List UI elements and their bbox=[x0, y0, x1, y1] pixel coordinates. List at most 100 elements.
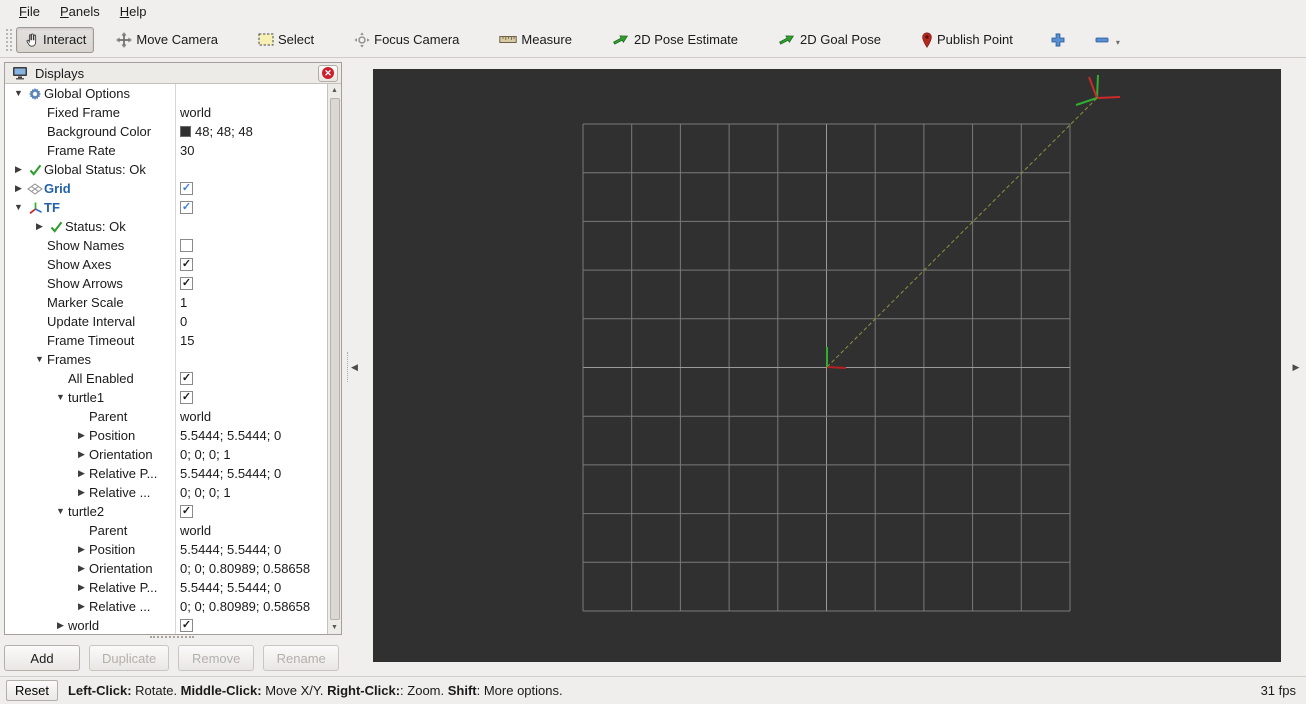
panel-splitter-handle[interactable] bbox=[150, 636, 194, 641]
tree-row-relative-p[interactable]: ▶ Relative P... 5.5444; 5.5444; 0 bbox=[5, 464, 327, 483]
property-value[interactable] bbox=[175, 160, 327, 179]
expander-icon[interactable]: ▶ bbox=[11, 160, 26, 179]
tree-row-show-names[interactable]: ▶Show Names bbox=[5, 236, 327, 255]
tree-row-status-ok[interactable]: ▶ Status: Ok bbox=[5, 217, 327, 236]
tree-row-update-interval[interactable]: ▶Update Interval0 bbox=[5, 312, 327, 331]
property-value[interactable]: world bbox=[175, 407, 327, 426]
tree-row-grid[interactable]: ▶ Grid ✓ bbox=[5, 179, 327, 198]
property-value[interactable]: 5.5444; 5.5444; 0 bbox=[175, 426, 327, 445]
tree-row-frame-timeout[interactable]: ▶Frame Timeout15 bbox=[5, 331, 327, 350]
expander-icon[interactable]: ▼ bbox=[53, 502, 68, 521]
checkbox-checked[interactable]: ✓ bbox=[180, 505, 193, 518]
toolbar-drag-handle[interactable] bbox=[6, 28, 12, 51]
property-value[interactable]: ✓ bbox=[175, 179, 327, 198]
property-value[interactable]: 0 bbox=[175, 312, 327, 331]
tree-row-relative[interactable]: ▶ Relative ... 0; 0; 0.80989; 0.58658 bbox=[5, 597, 327, 616]
tool-focus-camera[interactable]: Focus Camera bbox=[346, 27, 467, 53]
tree-row-parent[interactable]: ▶Parentworld bbox=[5, 521, 327, 540]
checkbox-checked[interactable]: ✓ bbox=[180, 182, 193, 195]
tree-row-orientation[interactable]: ▶ Orientation 0; 0; 0; 1 bbox=[5, 445, 327, 464]
expander-icon[interactable]: ▼ bbox=[32, 350, 47, 369]
tree-row-tf[interactable]: ▼ TF ✓ bbox=[5, 198, 327, 217]
property-value[interactable]: ✓ bbox=[175, 369, 327, 388]
tool-select[interactable]: Select bbox=[250, 27, 322, 52]
checkbox-unchecked[interactable] bbox=[180, 239, 193, 252]
property-value[interactable]: 5.5444; 5.5444; 0 bbox=[175, 464, 327, 483]
tree-row-show-axes[interactable]: ▶Show Axes✓ bbox=[5, 255, 327, 274]
property-value[interactable]: 15 bbox=[175, 331, 327, 350]
tool-2d-pose-estimate[interactable]: 2D Pose Estimate bbox=[604, 27, 746, 52]
panel-close-button[interactable]: ✕ bbox=[318, 64, 338, 82]
tool-measure[interactable]: Measure bbox=[491, 27, 580, 52]
tool-publish-point[interactable]: Publish Point bbox=[913, 27, 1021, 53]
property-value[interactable]: 1 bbox=[175, 293, 327, 312]
tool-add-tool-plus[interactable] bbox=[1045, 28, 1071, 52]
property-value[interactable]: 30 bbox=[175, 141, 327, 160]
property-value[interactable] bbox=[175, 350, 327, 369]
tree-row-relative-p[interactable]: ▶ Relative P... 5.5444; 5.5444; 0 bbox=[5, 578, 327, 597]
tree-row-fixed-frame[interactable]: ▶Fixed Frameworld bbox=[5, 103, 327, 122]
property-value[interactable]: 0; 0; 0.80989; 0.58658 bbox=[175, 597, 327, 616]
property-value[interactable]: ✓ bbox=[175, 255, 327, 274]
scrollbar-thumb[interactable] bbox=[329, 98, 340, 620]
expander-icon[interactable]: ▶ bbox=[74, 483, 89, 502]
property-value[interactable]: 5.5444; 5.5444; 0 bbox=[175, 540, 327, 559]
expander-icon[interactable]: ▼ bbox=[53, 388, 68, 407]
property-value[interactable]: ✓ bbox=[175, 198, 327, 217]
property-value[interactable] bbox=[175, 236, 327, 255]
tree-row-show-arrows[interactable]: ▶Show Arrows✓ bbox=[5, 274, 327, 293]
property-value[interactable]: ✓ bbox=[175, 616, 327, 634]
scroll-up-icon[interactable]: ▲ bbox=[328, 84, 342, 97]
menu-file[interactable]: File bbox=[10, 2, 49, 21]
tool-2d-goal-pose[interactable]: 2D Goal Pose bbox=[770, 27, 889, 52]
checkbox-checked[interactable]: ✓ bbox=[180, 201, 193, 214]
property-value[interactable] bbox=[175, 84, 327, 103]
property-value[interactable]: 0; 0; 0; 1 bbox=[175, 445, 327, 464]
expander-icon[interactable]: ▼ bbox=[11, 198, 26, 217]
tree-row-marker-scale[interactable]: ▶Marker Scale1 bbox=[5, 293, 327, 312]
tree-row-all-enabled[interactable]: ▶All Enabled✓ bbox=[5, 369, 327, 388]
property-value[interactable]: ✓ bbox=[175, 274, 327, 293]
expander-icon[interactable]: ▶ bbox=[74, 559, 89, 578]
tree-row-world[interactable]: ▶ world ✓ bbox=[5, 616, 327, 634]
tree-row-position[interactable]: ▶ Position 5.5444; 5.5444; 0 bbox=[5, 540, 327, 559]
tree-row-position[interactable]: ▶ Position 5.5444; 5.5444; 0 bbox=[5, 426, 327, 445]
tree-row-relative[interactable]: ▶ Relative ... 0; 0; 0; 1 bbox=[5, 483, 327, 502]
expander-icon[interactable]: ▶ bbox=[32, 217, 47, 236]
tree-row-orientation[interactable]: ▶ Orientation 0; 0; 0.80989; 0.58658 bbox=[5, 559, 327, 578]
checkbox-checked[interactable]: ✓ bbox=[180, 391, 193, 404]
tree-row-turtle2[interactable]: ▼ turtle2 ✓ bbox=[5, 502, 327, 521]
expander-icon[interactable]: ▼ bbox=[11, 84, 26, 103]
tool-remove-tool-minus[interactable]: ▾ bbox=[1089, 28, 1126, 52]
expander-icon[interactable]: ▶ bbox=[74, 464, 89, 483]
tree-row-turtle1[interactable]: ▼ turtle1 ✓ bbox=[5, 388, 327, 407]
collapse-left-panel-icon[interactable]: ◀ bbox=[347, 352, 361, 382]
tree-row-global-options[interactable]: ▼ Global Options bbox=[5, 84, 327, 103]
menu-panels[interactable]: Panels bbox=[51, 2, 109, 21]
expander-icon[interactable]: ▶ bbox=[74, 597, 89, 616]
expander-icon[interactable]: ▶ bbox=[74, 540, 89, 559]
expander-icon[interactable]: ▶ bbox=[53, 616, 68, 634]
property-value[interactable]: ✓ bbox=[175, 388, 327, 407]
tree-scrollbar[interactable]: ▲ ▼ bbox=[327, 84, 341, 634]
expander-icon[interactable]: ▶ bbox=[74, 445, 89, 464]
tree-row-frame-rate[interactable]: ▶Frame Rate30 bbox=[5, 141, 327, 160]
checkbox-checked[interactable]: ✓ bbox=[180, 277, 193, 290]
property-value[interactable] bbox=[175, 217, 327, 236]
checkbox-checked[interactable]: ✓ bbox=[180, 372, 193, 385]
tree-row-frames[interactable]: ▼ Frames bbox=[5, 350, 327, 369]
menu-help[interactable]: Help bbox=[111, 2, 156, 21]
tool-move-camera[interactable]: Move Camera bbox=[108, 27, 226, 53]
property-value[interactable]: world bbox=[175, 521, 327, 540]
expander-icon[interactable]: ▶ bbox=[11, 179, 26, 198]
property-value[interactable]: 0; 0; 0.80989; 0.58658 bbox=[175, 559, 327, 578]
property-value[interactable]: ✓ bbox=[175, 502, 327, 521]
expander-icon[interactable]: ▶ bbox=[74, 426, 89, 445]
checkbox-checked[interactable]: ✓ bbox=[180, 619, 193, 632]
property-value[interactable]: 5.5444; 5.5444; 0 bbox=[175, 578, 327, 597]
collapse-right-panel-icon[interactable]: ▶ bbox=[1289, 352, 1303, 382]
add-button[interactable]: Add bbox=[4, 645, 80, 671]
tree-row-background-color[interactable]: ▶Background Color48; 48; 48 bbox=[5, 122, 327, 141]
checkbox-checked[interactable]: ✓ bbox=[180, 258, 193, 271]
scroll-down-icon[interactable]: ▼ bbox=[328, 621, 342, 634]
